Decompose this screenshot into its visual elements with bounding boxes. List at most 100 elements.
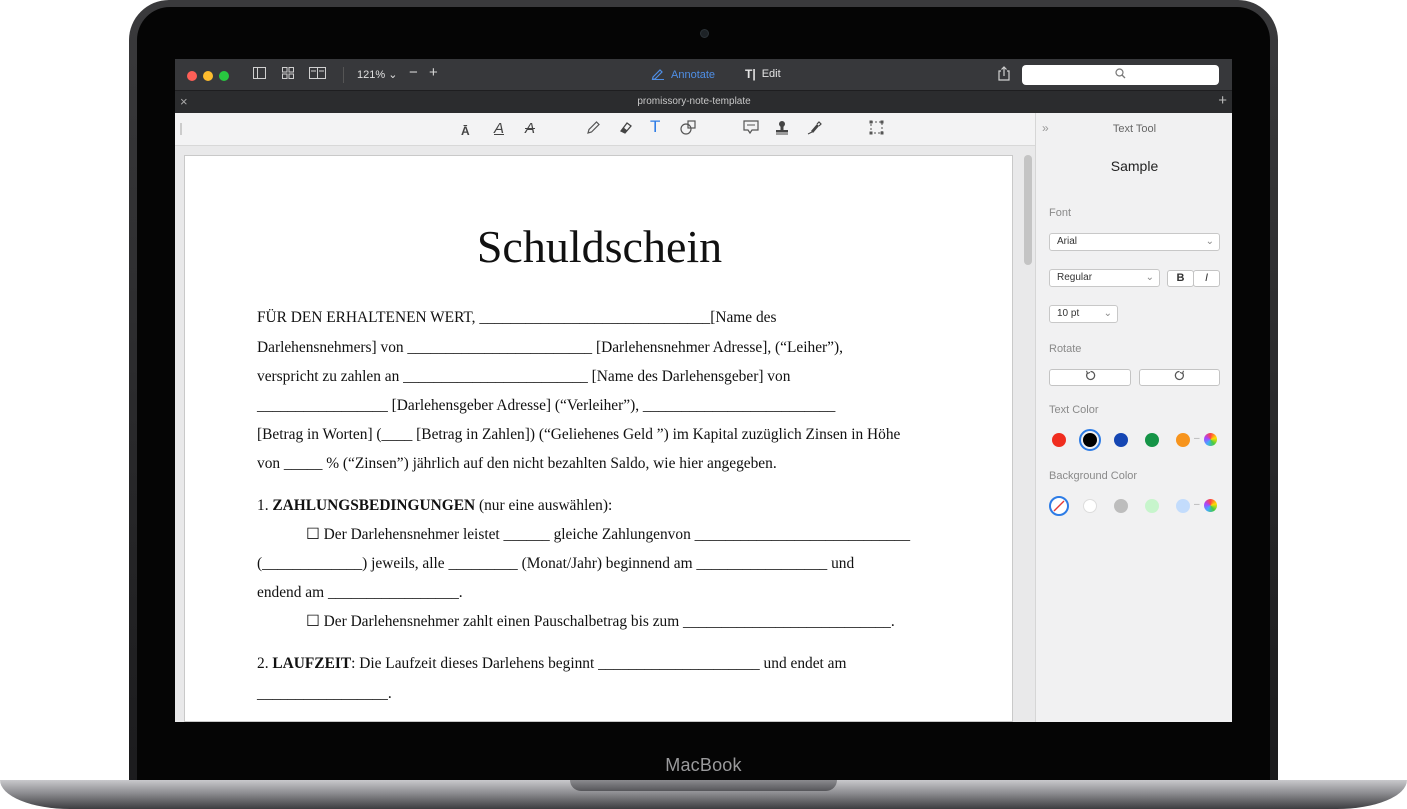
document-title: Schuldschein bbox=[476, 221, 723, 272]
text-color-red-swatch[interactable] bbox=[1052, 433, 1066, 447]
shapes-icon[interactable] bbox=[680, 120, 697, 140]
macbook-stage: MacBook 121% ⌄ − + Annotate T| Edit × pr… bbox=[0, 0, 1407, 809]
rotate-label: Rotate bbox=[1049, 343, 1082, 355]
titlebar: 121% ⌄ − + Annotate T| Edit bbox=[175, 59, 1232, 90]
no-color-slash-icon bbox=[1053, 500, 1065, 512]
bg-color-lightblue-swatch[interactable] bbox=[1176, 499, 1190, 513]
section-note: (nur eine auswählen): bbox=[478, 497, 613, 514]
text-color-black-swatch[interactable] bbox=[1083, 433, 1097, 447]
annotate-mode-button[interactable]: Annotate bbox=[651, 67, 715, 83]
laptop-notch bbox=[570, 780, 837, 791]
text-cursor-icon: T| bbox=[745, 67, 756, 81]
zoom-out-icon[interactable]: − bbox=[409, 65, 418, 80]
doc-line: FÜR DEN ERHALTENEN WERT, _______________… bbox=[257, 309, 777, 326]
no-background-swatch[interactable] bbox=[1049, 496, 1069, 516]
minimize-window-button[interactable] bbox=[203, 71, 213, 81]
chevron-down-icon: ⌄ bbox=[1103, 308, 1112, 319]
text-color-label: Text Color bbox=[1049, 404, 1099, 416]
font-style-select[interactable]: Regular ⌄ bbox=[1049, 269, 1160, 287]
document-page[interactable]: Schuldschein FÜR DEN ERHALTENEN WERT, __… bbox=[184, 155, 1013, 722]
vertical-scrollbar[interactable] bbox=[1024, 155, 1032, 265]
zoom-in-icon[interactable]: + bbox=[429, 65, 438, 80]
tab-bar: × promissory-note-template + bbox=[175, 90, 1232, 113]
dash-separator-icon: – bbox=[1194, 499, 1200, 510]
document-tab[interactable]: promissory-note-template bbox=[175, 96, 1213, 107]
zoom-dropdown[interactable]: 121% ⌄ bbox=[357, 68, 397, 81]
doc-line: von _____ % (“Zinsen”) jährlich auf den … bbox=[257, 455, 777, 472]
zoom-value: 121% bbox=[357, 69, 386, 81]
panel-heading: Text Tool bbox=[1112, 123, 1157, 135]
doc-line: _________________ [Darlehensgeber Adress… bbox=[257, 397, 836, 414]
edit-label: Edit bbox=[761, 68, 781, 80]
chevron-down-icon: ⌄ bbox=[1145, 272, 1154, 283]
doc-line: Darlehensnehmers] von __________________… bbox=[257, 339, 843, 356]
chevron-down-icon: ⌄ bbox=[388, 69, 398, 81]
section-title: LAUFZEIT bbox=[272, 655, 352, 672]
toolbar-handle bbox=[180, 123, 182, 135]
chevron-down-icon: ⌄ bbox=[1205, 236, 1214, 247]
custom-bg-color-wheel-icon[interactable] bbox=[1204, 499, 1217, 512]
toolbar-divider bbox=[343, 67, 344, 83]
rotate-right-button[interactable] bbox=[1139, 369, 1220, 386]
eraser-icon[interactable] bbox=[618, 120, 633, 140]
option-2-line: ☐ Der Darlehensnehmer zahlt einen Pausch… bbox=[306, 613, 895, 630]
doc-line: [Betrag in Worten] (____ [Betrag in Zahl… bbox=[257, 426, 901, 443]
font-label: Font bbox=[1049, 207, 1072, 219]
pencil-icon[interactable] bbox=[586, 120, 601, 140]
annotation-toolbar: Ā A A T bbox=[175, 113, 1035, 146]
search-icon bbox=[1115, 68, 1126, 82]
rotate-left-icon bbox=[1085, 370, 1096, 384]
rotate-left-button[interactable] bbox=[1049, 369, 1131, 386]
share-icon[interactable] bbox=[998, 66, 1010, 84]
custom-color-wheel-icon[interactable] bbox=[1204, 433, 1217, 446]
option-1-line: ☐ Der Darlehensnehmer leistet ______ gle… bbox=[306, 526, 911, 543]
document-area: Ā A A T Schuldschein FÜR DEN ERHALTENEN … bbox=[175, 113, 1035, 722]
text-color-green-swatch[interactable] bbox=[1145, 433, 1159, 447]
text-tool-panel: » Text Tool Sample Font Arial ⌄ Regular ⌄ … bbox=[1035, 113, 1232, 722]
annotate-label: Annotate bbox=[671, 69, 716, 81]
bold-button[interactable]: B bbox=[1167, 270, 1194, 287]
bg-color-gray-swatch[interactable] bbox=[1114, 499, 1128, 513]
section-number: 2. bbox=[257, 655, 269, 672]
note-icon[interactable] bbox=[743, 120, 759, 140]
option-1-line: endend am _________________. bbox=[257, 584, 463, 601]
font-sample: Sample bbox=[1110, 158, 1159, 174]
maximize-window-button[interactable] bbox=[219, 71, 229, 81]
bg-color-white-swatch[interactable] bbox=[1083, 499, 1097, 513]
selection-icon[interactable] bbox=[869, 120, 884, 140]
section-2-line: _________________. bbox=[257, 685, 392, 702]
rotate-right-icon bbox=[1174, 370, 1185, 384]
pen-icon bbox=[651, 67, 665, 83]
section-text: : Die Laufzeit dieses Darlehens beginnt … bbox=[351, 655, 847, 672]
section-number: 1. bbox=[257, 497, 269, 514]
device-brand: MacBook bbox=[665, 755, 742, 775]
new-tab-icon[interactable]: + bbox=[1218, 92, 1227, 109]
strikethrough-text-icon[interactable]: A bbox=[525, 120, 535, 138]
section-2-heading: 2. LAUFZEIT: Die Laufzeit dieses Darlehe… bbox=[257, 655, 846, 673]
close-window-button[interactable] bbox=[187, 71, 197, 81]
edit-mode-button[interactable]: T| Edit bbox=[745, 67, 781, 81]
underline-text-icon[interactable]: A bbox=[494, 120, 504, 138]
bg-color-mint-swatch[interactable] bbox=[1145, 499, 1159, 513]
dash-separator-icon: – bbox=[1194, 433, 1200, 444]
section-title: ZAHLUNGSBEDINGUNGEN bbox=[272, 497, 476, 514]
font-size-value: 10 pt bbox=[1057, 308, 1080, 319]
highlight-text-icon[interactable]: Ā bbox=[461, 122, 470, 140]
background-color-label: Background Color bbox=[1049, 470, 1138, 482]
section-1-heading: 1. ZAHLUNGSBEDINGUNGEN (nur eine auswähl… bbox=[257, 497, 612, 515]
sidebar-toggle-icon[interactable] bbox=[253, 67, 266, 82]
camera-icon bbox=[700, 29, 709, 38]
text-color-orange-swatch[interactable] bbox=[1176, 433, 1190, 447]
stamp-icon[interactable] bbox=[775, 120, 789, 140]
signature-pen-icon[interactable] bbox=[807, 120, 822, 140]
search-input[interactable] bbox=[1022, 65, 1219, 85]
two-page-view-icon[interactable] bbox=[309, 67, 326, 82]
text-tool-icon[interactable]: T bbox=[650, 118, 660, 136]
font-family-value: Arial bbox=[1057, 236, 1078, 247]
grid-view-icon[interactable] bbox=[282, 67, 294, 82]
text-color-blue-swatch[interactable] bbox=[1114, 433, 1128, 447]
italic-button[interactable]: I bbox=[1193, 270, 1220, 287]
app-window: 121% ⌄ − + Annotate T| Edit × promissory… bbox=[175, 59, 1232, 722]
font-size-select[interactable]: 10 pt ⌄ bbox=[1049, 305, 1118, 323]
font-family-select[interactable]: Arial ⌄ bbox=[1049, 233, 1220, 251]
